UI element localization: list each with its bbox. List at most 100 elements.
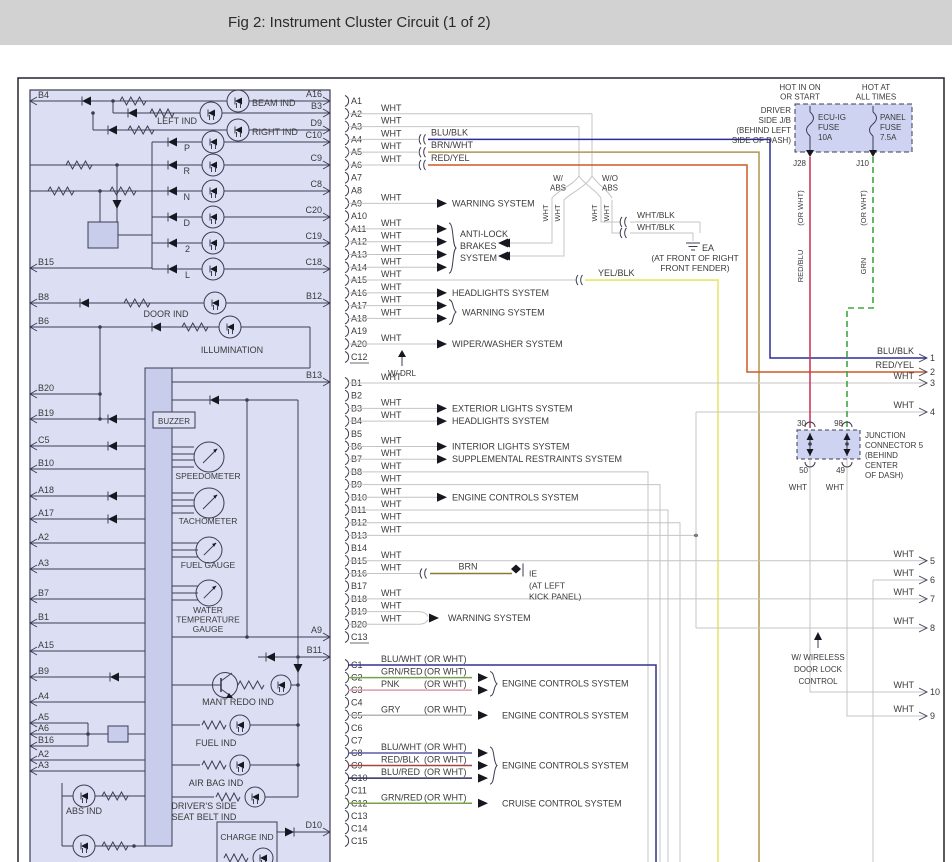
pin-label: B14 <box>351 543 367 553</box>
junction-label: OF DASH) <box>865 471 904 480</box>
pin-bracket-icon <box>345 697 349 708</box>
system-label: SYSTEM <box>460 253 497 263</box>
pin-label: A1 <box>351 96 362 106</box>
wire-label: WHT <box>381 116 402 126</box>
indicator-label: ILLUMINATION <box>201 345 263 355</box>
pin-label: C6 <box>351 723 363 733</box>
wire-label: WHT <box>381 333 402 343</box>
arrow-right-icon <box>437 314 447 323</box>
junction-label: CENTER <box>865 461 898 470</box>
arrow-right-icon <box>478 711 488 720</box>
indicator-label: ABS IND <box>66 806 103 816</box>
wire-color-label: GRN/RED <box>381 667 423 677</box>
pin-bracket-icon <box>345 581 349 592</box>
junction-label: JUNCTION <box>865 431 906 440</box>
system-label: HEADLIGHTS SYSTEM <box>452 416 549 426</box>
indicator-label: RIGHT IND <box>252 127 298 137</box>
arrow-right-icon <box>437 250 447 259</box>
system-label: WARNING SYSTEM <box>452 198 535 208</box>
pin-label: C20 <box>305 205 322 215</box>
wire-color-label: YEL/BLK <box>598 268 635 278</box>
pin-label: C14 <box>351 823 368 833</box>
indicator-label: BEAM IND <box>252 98 296 108</box>
junction-dot <box>98 392 102 396</box>
splice-icon <box>419 147 421 157</box>
arrow-down-icon <box>869 150 877 157</box>
pin-number: 98 <box>834 419 843 428</box>
wiring-diagram: BEAM INDLEFT INDRIGHT INDPRND2LDOOR INDI… <box>0 45 952 862</box>
pin-bracket-icon <box>345 211 349 222</box>
wire-label: WHT <box>894 704 915 714</box>
pin-label: B15 <box>38 257 54 267</box>
gauge-label: GAUGE <box>193 624 224 634</box>
wire-label: (OR WHT) <box>424 767 467 777</box>
pin-number: 30 <box>797 419 806 428</box>
gear-label: 2 <box>185 244 190 254</box>
junction-dot <box>91 111 95 115</box>
option-label: ABS <box>602 184 618 193</box>
arrow-right-icon <box>437 404 447 413</box>
pin-label: C18 <box>305 257 322 267</box>
pin-label: C12 <box>351 352 368 362</box>
arrow-right-icon <box>437 301 447 310</box>
option-label: W/ WIRELESS <box>791 653 844 662</box>
power-label: HOT AT <box>862 83 890 92</box>
wire-label: WHT <box>826 483 844 492</box>
wire-color-label: PNK <box>381 679 400 689</box>
splice-icon <box>424 147 426 157</box>
wire-label: WHT <box>381 269 402 279</box>
wire-label: WHT <box>381 563 402 573</box>
pin-label: A7 <box>351 173 362 183</box>
system-label: WARNING SYSTEM <box>462 308 545 318</box>
arrow-right-icon <box>437 288 447 297</box>
pin-label: C9 <box>310 153 322 163</box>
figure-title: Fig 2: Instrument Cluster Circuit (1 of … <box>228 14 491 31</box>
wire-label: WHT <box>590 204 599 221</box>
indicator-label: FUEL IND <box>196 738 237 748</box>
system-label: BRAKES <box>460 241 497 251</box>
system-label: WIPER/WASHER SYSTEM <box>452 339 563 349</box>
pin-label: B3 <box>311 101 322 111</box>
wire-label: WHT <box>553 204 562 221</box>
wire-label: (OR WHT) <box>424 742 467 752</box>
power-label: ALL TIMES <box>856 93 896 102</box>
indicator-label: DOOR IND <box>144 309 190 319</box>
arrow-right-icon <box>478 774 488 783</box>
connector-label: J10 <box>856 159 869 168</box>
gear-label: D <box>184 218 191 228</box>
wire-label: WHT <box>381 448 402 458</box>
system-label: EXTERIOR LIGHTS SYSTEM <box>452 403 573 413</box>
wire-label: WHT <box>381 512 402 522</box>
option-label: CONTROL <box>798 677 838 686</box>
arrow-up-icon <box>814 632 822 640</box>
splice-icon <box>620 228 622 238</box>
pin-label: A16 <box>306 89 322 99</box>
pin-label: B4 <box>38 90 49 100</box>
splice-icon <box>424 134 426 144</box>
shape <box>418 612 428 617</box>
gear-label: P <box>184 143 190 153</box>
wire-label: WHT <box>894 549 915 559</box>
splice-icon <box>420 569 422 579</box>
pin-label: A18 <box>38 485 54 495</box>
wire-label: (OR WHT) <box>424 667 467 677</box>
pin-label: A9 <box>311 625 322 635</box>
pin-bracket-icon <box>345 185 349 196</box>
wire-label: WHT <box>381 601 402 611</box>
junction-label: (BEHIND <box>865 451 898 460</box>
gauge-label: FUEL GAUGE <box>181 560 236 570</box>
arrow-right-icon <box>437 340 447 349</box>
wire-label: (OR WHT) <box>424 792 467 802</box>
arrow-right-icon <box>478 761 488 770</box>
shape <box>418 619 428 624</box>
wire-color-label: RED/BLK <box>381 755 420 765</box>
wire-label: WHT <box>381 499 402 509</box>
wire-label: WHT <box>381 256 402 266</box>
system-label: ANTI-LOCK <box>460 229 508 239</box>
splice-icon <box>625 228 627 238</box>
pin-label: B19 <box>38 408 54 418</box>
junction-dot <box>845 442 849 446</box>
wire-label: WHT <box>894 400 915 410</box>
pin-label: B9 <box>38 666 49 676</box>
pin-label: B20 <box>38 383 54 393</box>
